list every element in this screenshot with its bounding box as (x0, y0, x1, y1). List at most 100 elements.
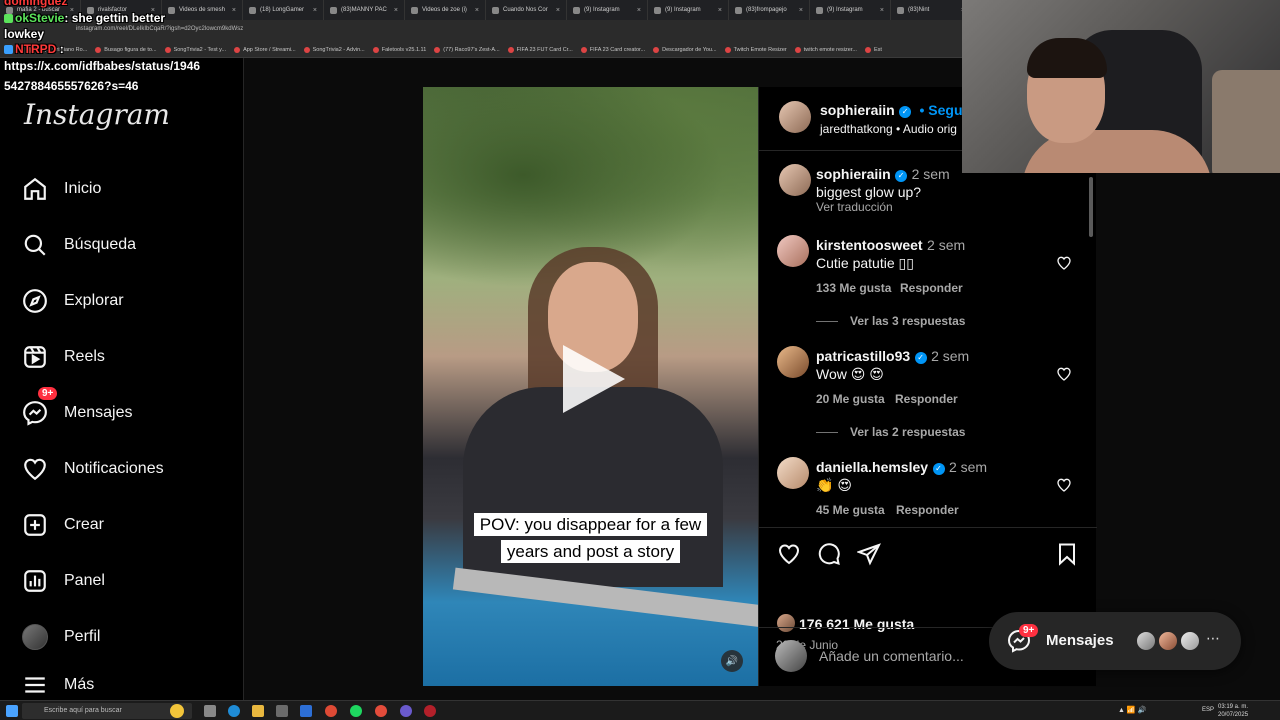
tab-close-icon[interactable]: × (556, 7, 560, 14)
chrome-icon[interactable] (375, 705, 387, 717)
view-replies-link[interactable]: Ver las 3 respuestas (850, 314, 965, 328)
sidebar-item-mas[interactable]: Más (22, 673, 94, 697)
comment-username[interactable]: daniella.hemsley (816, 459, 928, 475)
like-icon[interactable] (777, 542, 801, 566)
reply-button[interactable]: Responder (896, 503, 959, 517)
sidebar-item-inicio[interactable]: Inicio (22, 169, 101, 209)
bookmark-item[interactable]: Twitch Emote Resizer (724, 46, 787, 53)
bookmark-item[interactable]: Faletools v25.1.11 (372, 46, 426, 53)
comment-avatar[interactable] (777, 457, 809, 489)
browser-tab[interactable]: mafia 2 - buscar × (0, 0, 81, 20)
browser-tab[interactable]: (83)frompagejo × (729, 0, 810, 20)
tab-close-icon[interactable]: × (880, 7, 884, 14)
tray-icons[interactable]: ▲ 📶 🔊 (1118, 706, 1146, 714)
sidebar-item-reels[interactable]: Reels (22, 337, 105, 377)
share-icon[interactable] (857, 542, 881, 566)
bookmark-item[interactable]: twitch emote resizer... (794, 46, 857, 53)
comment-text: Cutie patutie ▯▯ (816, 255, 914, 271)
like-comment-icon[interactable] (1056, 255, 1072, 271)
browser-tab[interactable]: Cuando Nos Cor × (486, 0, 567, 20)
sidebar-item-crear[interactable]: Crear (22, 505, 104, 545)
tab-close-icon[interactable]: × (313, 7, 317, 14)
bookmark-item[interactable]: FIFA 23 FUT Card Cr... (507, 46, 573, 53)
caption-avatar[interactable] (779, 164, 811, 196)
comment-username[interactable]: patricastillo93 (816, 348, 910, 364)
system-clock[interactable]: 03:19 a. m. 20/07/2025 (1218, 703, 1248, 719)
file-explorer-icon[interactable] (252, 705, 264, 717)
tab-close-icon[interactable]: × (232, 7, 236, 14)
instagram-logo[interactable]: Instagram (24, 98, 170, 131)
view-replies-link[interactable]: Ver las 2 respuestas (850, 425, 965, 439)
bookmark-item[interactable]: (77) Raco97's Zest-A... (434, 46, 500, 53)
author-avatar[interactable] (779, 101, 811, 133)
tab-close-icon[interactable]: × (799, 7, 803, 14)
browser-tab[interactable]: (18) LongGamer × (243, 0, 324, 20)
like-comment-icon[interactable] (1056, 477, 1072, 493)
windows-start-icon[interactable] (6, 705, 18, 717)
sidebar-item-notificaciones[interactable]: Notificaciones (22, 449, 164, 489)
volume-icon[interactable]: 🔊 (721, 650, 743, 672)
comments-scrollbar[interactable] (1089, 177, 1093, 237)
reel-video[interactable]: POV: you disappear for a few years and p… (423, 87, 758, 686)
caption-username[interactable]: sophieraiin (816, 166, 891, 182)
bookmark-item[interactable]: Est (864, 46, 882, 53)
taskbar-search[interactable]: Escribe aquí para buscar (22, 703, 192, 719)
mail-icon[interactable] (300, 705, 312, 717)
bookmark-item[interactable]: FIFA 23 Card creator... (580, 46, 645, 53)
bookmark-icon[interactable] (1055, 542, 1079, 566)
tab-close-icon[interactable]: × (718, 7, 722, 14)
bookmark-item[interactable]: SongTrivia2 - Test y... (164, 46, 226, 53)
sidebar-item-explorar[interactable]: Explorar (22, 281, 124, 321)
spotify-icon[interactable] (350, 705, 362, 717)
comment-avatar[interactable] (777, 346, 809, 378)
sidebar-item-label: Búsqueda (64, 236, 137, 253)
reply-button[interactable]: Responder (895, 392, 958, 406)
audio-label[interactable]: jaredthatkong • Audio orig (820, 122, 957, 136)
browser-tab[interactable]: (83)MANNY PAC × (324, 0, 405, 20)
tab-close-icon[interactable]: × (394, 7, 398, 14)
browser-tab[interactable]: Videos de zoe (i) × (405, 0, 486, 20)
tab-close-icon[interactable]: × (70, 7, 74, 14)
tab-close-icon[interactable]: × (637, 7, 641, 14)
browser-tab[interactable]: (9) Instagram × (648, 0, 729, 20)
tab-close-icon[interactable]: × (151, 7, 155, 14)
sidebar-item-panel[interactable]: Panel (22, 561, 105, 601)
bookmark-item[interactable]: Busago figura de to... (95, 46, 157, 53)
browser-tab[interactable]: Videos de smesh × (162, 0, 243, 20)
translate-link[interactable]: Ver traducción (816, 200, 893, 214)
browser-tab[interactable]: (83)Nint× (891, 0, 972, 20)
play-icon[interactable] (563, 345, 625, 413)
browser-tab[interactable]: (9) Instagram × (567, 0, 648, 20)
bookmark-item[interactable]: SongTrivia2 - Advin... (303, 46, 365, 53)
bookmark-item[interactable]: Descargador de You... (653, 46, 717, 53)
comment-icon[interactable] (817, 542, 841, 566)
comment-likes[interactable]: 20 Me gusta (816, 392, 885, 406)
edge-icon[interactable] (228, 705, 240, 717)
comment-likes[interactable]: 133 Me gusta (816, 281, 891, 295)
tab-close-icon[interactable]: × (475, 7, 479, 14)
browser-tab[interactable]: (9) Instagram × (810, 0, 891, 20)
obs-icon[interactable] (400, 705, 412, 717)
author-username[interactable]: sophieraiin (820, 102, 895, 118)
url-text[interactable]: instagram.com/reel/DLeIkIbCqaR/?igsh=d2O… (76, 26, 243, 32)
like-comment-icon[interactable] (1056, 366, 1072, 382)
language-indicator[interactable]: ESP (1202, 707, 1214, 713)
likes-count[interactable]: 176 621 Me gusta (799, 616, 914, 632)
sidebar-item-mensajes[interactable]: 9+ Mensajes (22, 387, 132, 433)
sidebar-item-perfil[interactable]: Perfil (22, 617, 100, 657)
comment-username[interactable]: kirstentoosweet (816, 237, 923, 253)
weather-icon[interactable] (170, 704, 184, 718)
comment-avatar[interactable] (777, 235, 809, 267)
reply-button[interactable]: Responder (900, 281, 963, 295)
store-icon[interactable] (276, 705, 288, 717)
chrome-icon[interactable] (325, 705, 337, 717)
more-icon[interactable]: ⋯ (1206, 630, 1220, 647)
bookmark-item[interactable]: App Store / Streami... (234, 46, 296, 53)
bookmark-item[interactable]: Happy Cristiano Ro... (26, 46, 87, 53)
messages-floating-button[interactable]: 9+ Mensajes ⋯ (989, 612, 1241, 670)
browser-tab[interactable]: rivalsfactor × (81, 0, 162, 20)
comment-likes[interactable]: 45 Me gusta (816, 503, 885, 517)
sidebar-item-busqueda[interactable]: Búsqueda (22, 225, 136, 265)
task-view-icon[interactable] (204, 705, 216, 717)
app-icon[interactable] (424, 705, 436, 717)
